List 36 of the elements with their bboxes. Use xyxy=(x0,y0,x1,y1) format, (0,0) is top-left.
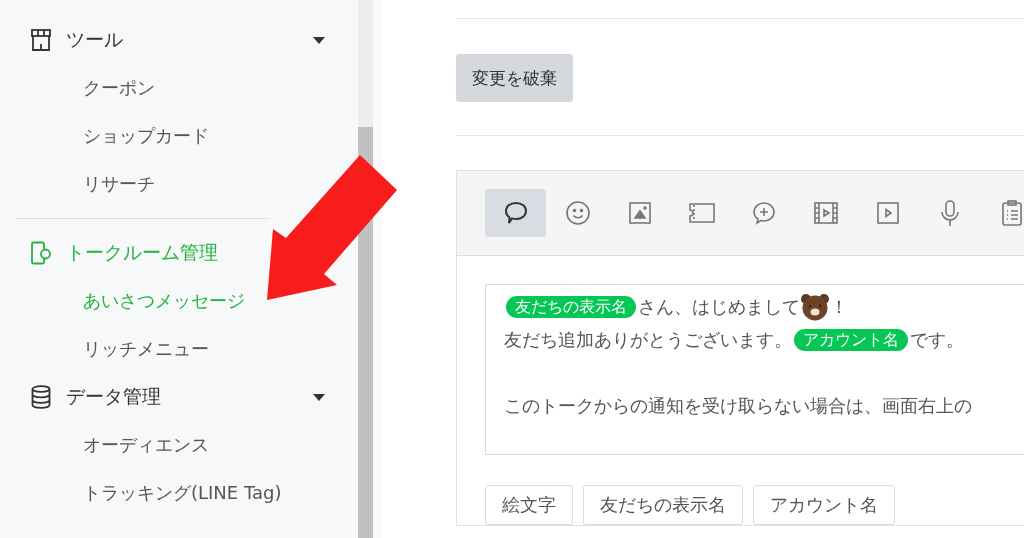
message-text: さん、はじめまして xyxy=(638,294,800,319)
sidebar-item[interactable]: オーディエンス xyxy=(0,421,209,469)
message-text: ！ xyxy=(830,294,848,319)
message-text: です。 xyxy=(910,327,964,352)
variable-tag: 友だちの表示名 xyxy=(506,295,636,318)
clipboard-icon xyxy=(1000,199,1023,227)
message-text: 友だち追加ありがとうございます。 xyxy=(504,327,792,352)
sidebar-item[interactable]: トラッキング(LINE Tag) xyxy=(0,469,282,517)
insert-button[interactable]: 絵文字 xyxy=(485,485,573,525)
insert-button[interactable]: アカウント名 xyxy=(753,485,895,525)
bear-face-icon xyxy=(800,292,830,321)
store-icon xyxy=(30,28,52,52)
message-input[interactable]: 友だちの表示名 さん、はじめまして ！ 友だち追加ありがとうございます。 アカウント名 です。 このトークからの通知を受け取らない場合は、画面右上の xyxy=(485,284,1024,455)
microphone-icon xyxy=(938,199,961,227)
image-icon xyxy=(627,201,652,225)
caret-icon xyxy=(313,393,325,401)
sidebar-item[interactable]: クーポン xyxy=(0,64,155,112)
discard-changes-button[interactable]: 変更を破棄 xyxy=(456,54,573,102)
phone-chat-icon xyxy=(30,241,52,265)
variable-tag: アカウント名 xyxy=(794,328,908,351)
sidebar-group[interactable]: ツール xyxy=(0,16,358,64)
film-icon xyxy=(812,201,839,225)
caret-icon xyxy=(313,36,325,44)
database-icon xyxy=(30,385,52,409)
speech-bubble-icon xyxy=(502,200,529,226)
bubble-plus-icon xyxy=(750,200,777,226)
sidebar-item[interactable]: リッチメニュー xyxy=(0,325,209,373)
coupon-icon xyxy=(687,202,716,224)
sidebar-item[interactable]: ショップカード xyxy=(0,112,209,160)
video-icon xyxy=(875,201,900,225)
message-text: このトークからの通知を受け取らない場合は、画面右上の xyxy=(504,393,972,418)
sidebar-item[interactable]: リサーチ xyxy=(0,160,155,208)
insert-button[interactable]: 友だちの表示名 xyxy=(583,485,743,525)
smiley-icon xyxy=(564,200,591,226)
toolbar-button[interactable] xyxy=(485,189,546,237)
sidebar-group[interactable]: データ管理 xyxy=(0,373,358,421)
